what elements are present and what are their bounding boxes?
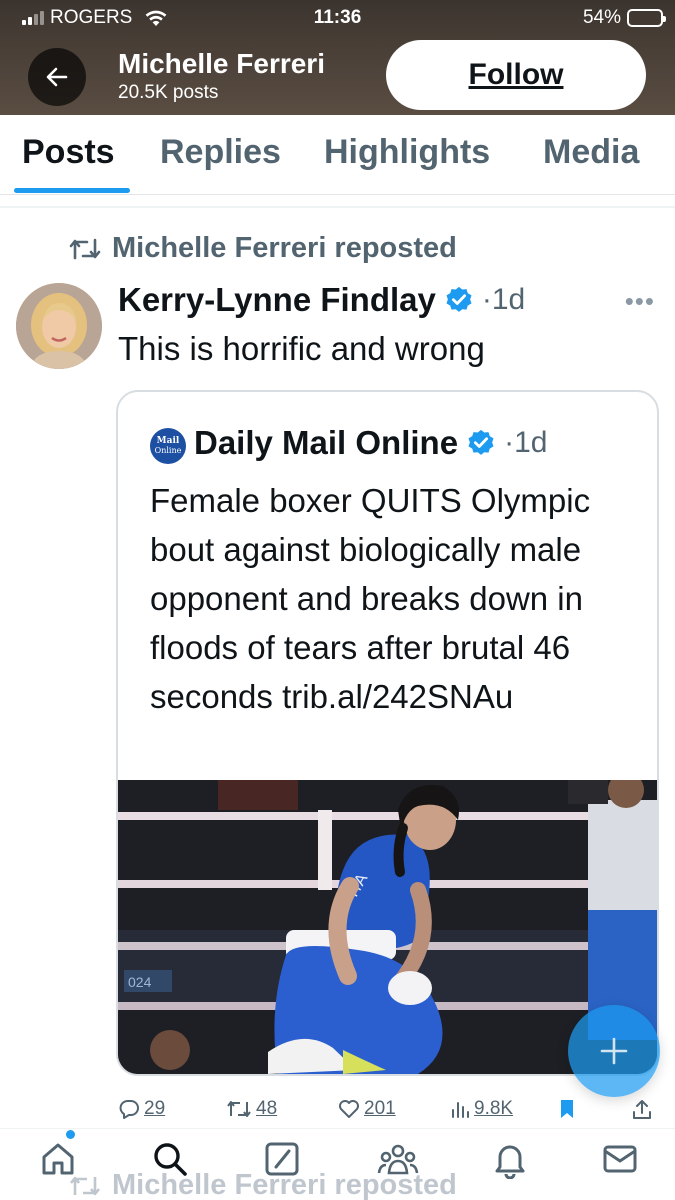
repost-button[interactable]: 48 [226, 1098, 277, 1120]
logo-text-line1: Mail [156, 436, 180, 446]
bookmark-button[interactable] [558, 1098, 576, 1120]
profile-name: Michelle Ferreri [118, 48, 325, 79]
post-text: This is horrific and wrong [118, 330, 485, 367]
status-bar: ROGERS 11:36 54% [0, 6, 675, 32]
verified-badge-icon [468, 429, 494, 455]
tab-highlights[interactable]: Highlights [324, 133, 490, 172]
board-text: 024 [128, 974, 152, 990]
back-button[interactable] [28, 48, 86, 106]
post-actions: 29 48 201 9.8K [118, 1098, 658, 1126]
divider [0, 206, 675, 208]
post-author-name[interactable]: Kerry-Lynne Findlay [118, 281, 436, 319]
tab-posts[interactable]: Posts [22, 133, 115, 172]
repost-context[interactable]: Michelle Ferreri reposted [68, 232, 457, 265]
repost-icon [69, 238, 101, 259]
post-count: 20.5K posts [118, 82, 219, 103]
follow-button[interactable]: Follow [386, 40, 646, 110]
quoted-time: ·1d [504, 426, 548, 459]
nav-home[interactable] [36, 1137, 80, 1181]
like-icon [339, 1100, 359, 1118]
notifications-icon [495, 1145, 525, 1179]
nav-grok[interactable] [260, 1137, 304, 1181]
battery-status: 54% [582, 7, 666, 29]
tab-replies[interactable]: Replies [160, 133, 281, 172]
messages-icon [603, 1145, 637, 1173]
nav-notifications[interactable] [488, 1137, 532, 1181]
bottom-nav: Michelle Ferreri reposted [0, 1128, 675, 1200]
nav-messages[interactable] [598, 1137, 642, 1181]
repost-label: Michelle Ferreri reposted [112, 232, 457, 264]
profile-tabs: Posts Replies Highlights Media [0, 115, 675, 195]
repost-count: 48 [256, 1098, 278, 1119]
post-author-row: Kerry-Lynne Findlay ·1d [118, 280, 525, 320]
quoted-post[interactable]: Mail Online Daily Mail Online ·1d Female… [116, 390, 659, 1076]
quoted-text: Female boxer QUITS Olympic bout against … [150, 482, 591, 715]
share-icon [633, 1100, 651, 1119]
share-button[interactable] [632, 1098, 652, 1120]
tab-media[interactable]: Media [543, 133, 639, 172]
like-button[interactable]: 201 [338, 1098, 396, 1120]
profile-header: ROGERS 11:36 54% Michelle Ferreri 20.5K … [0, 0, 675, 115]
views-button[interactable]: 9.8K [450, 1098, 513, 1120]
quoted-author-row: Daily Mail Online ·1d [194, 420, 547, 466]
home-unread-dot [66, 1130, 75, 1139]
repost-icon [227, 1101, 251, 1117]
compose-icon [600, 1037, 628, 1065]
daily-mail-logo: Mail Online [150, 428, 186, 464]
compose-button[interactable] [568, 1005, 660, 1097]
battery-icon [627, 9, 666, 27]
back-arrow-icon [46, 67, 68, 87]
post-time[interactable]: ·1d [482, 283, 525, 317]
active-tab-indicator [14, 188, 130, 193]
search-icon [154, 1143, 187, 1176]
grok-icon [265, 1142, 299, 1176]
verified-badge-icon [446, 286, 472, 312]
home-icon [42, 1143, 74, 1175]
communities-icon [377, 1144, 419, 1175]
avatar-image [16, 283, 102, 369]
nav-communities[interactable] [376, 1137, 420, 1181]
reply-button[interactable]: 29 [118, 1098, 165, 1120]
reply-count: 29 [144, 1098, 166, 1119]
bookmark-icon [561, 1100, 573, 1118]
more-icon[interactable]: ••• [625, 286, 655, 317]
avatar[interactable] [16, 283, 102, 369]
status-time: 11:36 [313, 7, 362, 28]
views-count: 9.8K [474, 1098, 514, 1119]
logo-text-line2: Online [154, 446, 182, 455]
battery-percent: 54% [582, 7, 621, 28]
reply-icon [119, 1100, 139, 1119]
nav-search[interactable] [148, 1137, 192, 1181]
like-count: 201 [364, 1098, 396, 1119]
quoted-author-name: Daily Mail Online [194, 424, 459, 461]
views-icon [452, 1102, 469, 1118]
